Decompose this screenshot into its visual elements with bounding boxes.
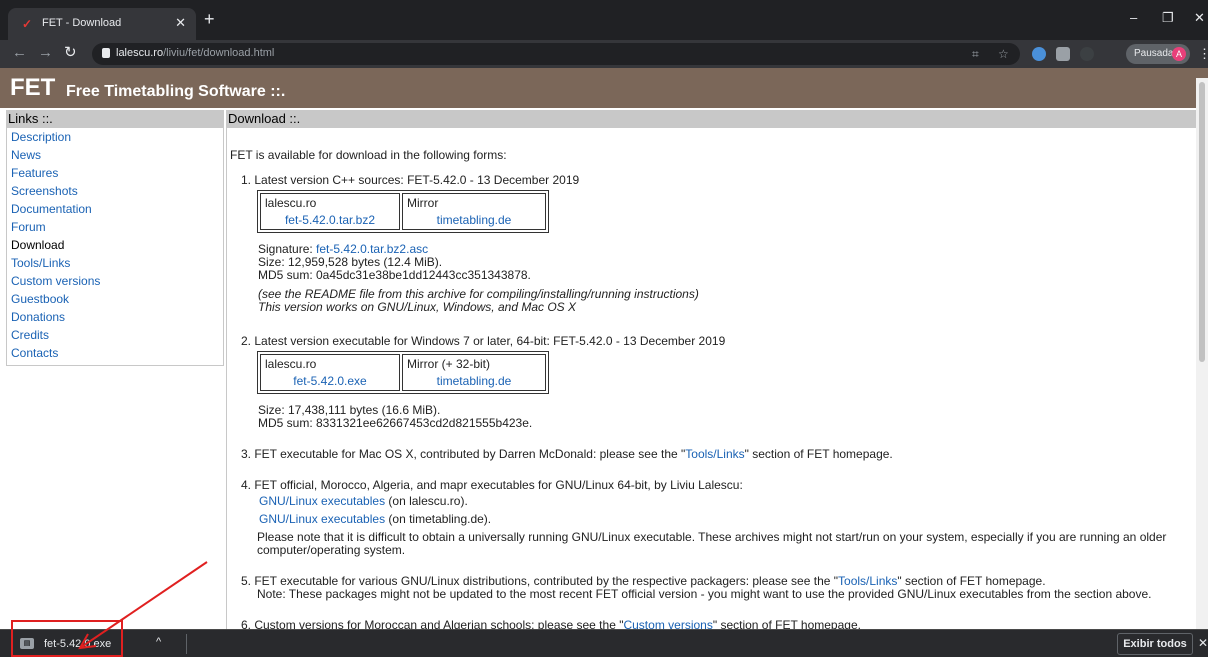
minimize-icon[interactable]: – xyxy=(1130,10,1137,25)
web-page: FET Free Timetabling Software ::. Links … xyxy=(0,68,1208,629)
item1-note1: (see the README file from this archive f… xyxy=(258,287,699,301)
download-shelf: ▤ fet-5.42.0.exe ^ Exibir todos ✕ xyxy=(0,629,1208,657)
item4-lalescu-link[interactable]: GNU/Linux executables xyxy=(259,494,385,508)
item2-download-table: lalescu.ro fet-5.42.0.exe Mirror (+ 32-b… xyxy=(257,351,549,394)
close-icon[interactable]: ✕ xyxy=(175,15,186,31)
bookmark-star-icon[interactable]: ☆ xyxy=(998,47,1009,61)
show-all-button[interactable]: Exibir todos xyxy=(1117,633,1193,655)
close-icon[interactable]: ✕ xyxy=(1198,636,1208,650)
item4-line2: GNU/Linux executables (on timetabling.de… xyxy=(259,512,492,526)
new-tab-icon[interactable]: + xyxy=(204,10,215,28)
translate-icon[interactable]: ⌗ xyxy=(972,47,979,62)
item1-mirror-cell: Mirror timetabling.de xyxy=(402,193,546,230)
sidebar-item-tools-links[interactable]: Tools/Links xyxy=(11,256,70,270)
profile-status: Pausada xyxy=(1134,48,1174,59)
extension-icon[interactable] xyxy=(1080,47,1094,61)
sidebar-item-screenshots[interactable]: Screenshots xyxy=(11,184,78,198)
browser-toolbar: ← → ↻ lalescu.ro/liviu/fet/download.html… xyxy=(0,40,1208,68)
item5-text: 5. FET executable for various GNU/Linux … xyxy=(241,574,1046,588)
item4-line1: GNU/Linux executables (on lalescu.ro). xyxy=(259,494,468,508)
item1-signature-link[interactable]: fet-5.42.0.tar.bz2.asc xyxy=(316,242,428,256)
sidebar-item-description[interactable]: Description xyxy=(11,130,71,144)
address-bar[interactable]: lalescu.ro/liviu/fet/download.html ⌗ ☆ xyxy=(92,43,1020,65)
item4-note-line2: computer/operating system. xyxy=(257,543,406,557)
item2-primary-cell: lalescu.ro fet-5.42.0.exe xyxy=(260,354,400,391)
item1-primary-cell: lalescu.ro fet-5.42.0.tar.bz2 xyxy=(260,193,400,230)
extension-icon[interactable] xyxy=(1056,47,1070,61)
item1-title: 1. Latest version C++ sources: FET-5.42.… xyxy=(241,173,580,187)
item1-note2: This version works on GNU/Linux, Windows… xyxy=(258,300,577,314)
item2-col1-head: lalescu.ro xyxy=(265,357,317,371)
item2-primary-link[interactable]: fet-5.42.0.exe xyxy=(265,374,395,388)
sidebar-item-guestbook[interactable]: Guestbook xyxy=(11,292,69,306)
sidebar-nav: Description News Features Screenshots Do… xyxy=(6,128,224,366)
item1-mirror-link[interactable]: timetabling.de xyxy=(407,213,541,227)
site-logo: FET xyxy=(10,74,56,101)
tab-fet-download[interactable]: ✓ FET - Download ✕ xyxy=(8,8,196,40)
item2-size: Size: 17,438,111 bytes (16.6 MiB). xyxy=(258,403,441,417)
site-banner: FET Free Timetabling Software ::. xyxy=(0,68,1208,110)
tab-title: FET - Download xyxy=(42,17,122,29)
sidebar-item-custom-versions[interactable]: Custom versions xyxy=(11,274,100,288)
item1-primary-link[interactable]: fet-5.42.0.tar.bz2 xyxy=(265,213,395,227)
sidebar-item-documentation[interactable]: Documentation xyxy=(11,202,92,216)
item1-download-table: lalescu.ro fet-5.42.0.tar.bz2 Mirror tim… xyxy=(257,190,549,233)
item4-note-line1: Please note that it is difficult to obta… xyxy=(257,530,1167,544)
item1-col2-head: Mirror xyxy=(407,196,439,210)
site-subtitle: Free Timetabling Software ::. xyxy=(66,83,286,100)
sidebar-header: Links ::. xyxy=(6,110,224,128)
item1-signature: Signature: fet-5.42.0.tar.bz2.asc xyxy=(258,242,429,256)
item2-col2-head: Mirror (+ 32-bit) xyxy=(407,357,491,371)
maximize-icon[interactable]: ❐ xyxy=(1162,10,1174,26)
annotation-highlight-box xyxy=(11,620,123,657)
browser-window: ✓ FET - Download ✕ + – ❐ ✕ ← → ↻ lalescu… xyxy=(0,0,1208,657)
scrollbar-thumb[interactable] xyxy=(1199,82,1205,362)
item1-md5: MD5 sum: 0a45dc31e38be1dd12443cc35134387… xyxy=(258,268,531,282)
shelf-divider xyxy=(186,634,187,654)
menu-icon[interactable]: ⋮ xyxy=(1198,46,1208,62)
item1-col1-head: lalescu.ro xyxy=(265,196,317,210)
item4-title: 4. FET official, Morocco, Algeria, and m… xyxy=(241,478,743,492)
back-icon[interactable]: ← xyxy=(12,45,27,60)
avatar: A xyxy=(1172,47,1186,61)
content-header: Download ::. xyxy=(226,110,1208,128)
forward-icon[interactable]: → xyxy=(38,45,53,60)
profile-button[interactable]: Pausada A xyxy=(1126,44,1190,64)
extension-icon[interactable] xyxy=(1032,47,1046,61)
sidebar-item-credits[interactable]: Credits xyxy=(11,328,49,342)
intro-text: FET is available for download in the fol… xyxy=(230,148,507,162)
item4-timetabling-link[interactable]: GNU/Linux executables xyxy=(259,512,385,526)
lock-icon xyxy=(102,48,110,58)
sidebar-item-donations[interactable]: Donations xyxy=(11,310,65,324)
item2-title: 2. Latest version executable for Windows… xyxy=(241,334,726,348)
sidebar-item-download: Download xyxy=(11,238,65,252)
sidebar-item-news[interactable]: News xyxy=(11,148,41,162)
item5-tools-links-link[interactable]: Tools/Links xyxy=(838,574,897,588)
item3-tools-links-link[interactable]: Tools/Links xyxy=(685,447,744,461)
main-content: FET is available for download in the fol… xyxy=(226,128,1200,629)
sidebar-item-features[interactable]: Features xyxy=(11,166,58,180)
item6-custom-versions-link[interactable]: Custom versions xyxy=(623,618,712,629)
page-scrollbar[interactable] xyxy=(1196,78,1208,629)
item2-mirror-link[interactable]: timetabling.de xyxy=(407,374,541,388)
window-close-icon[interactable]: ✕ xyxy=(1194,10,1205,26)
item2-md5: MD5 sum: 8331321ee62667453cd2d821555b423… xyxy=(258,416,533,430)
item3-text: 3. FET executable for Mac OS X, contribu… xyxy=(241,447,893,461)
tab-strip: ✓ FET - Download ✕ + – ❐ ✕ xyxy=(0,0,1208,40)
reload-icon[interactable]: ↻ xyxy=(64,45,77,60)
item1-size: Size: 12,959,528 bytes (12.4 MiB). xyxy=(258,255,443,269)
url-text: lalescu.ro/liviu/fet/download.html xyxy=(116,47,275,59)
sidebar-item-contacts[interactable]: Contacts xyxy=(11,346,58,360)
item2-mirror-cell: Mirror (+ 32-bit) timetabling.de xyxy=(402,354,546,391)
item5-note: Note: These packages might not be update… xyxy=(257,587,1152,601)
sidebar-item-forum[interactable]: Forum xyxy=(11,220,46,234)
chevron-up-icon[interactable]: ^ xyxy=(156,636,161,648)
fet-favicon-icon: ✓ xyxy=(22,17,33,31)
item6-text: 6. Custom versions for Moroccan and Alge… xyxy=(241,618,861,629)
